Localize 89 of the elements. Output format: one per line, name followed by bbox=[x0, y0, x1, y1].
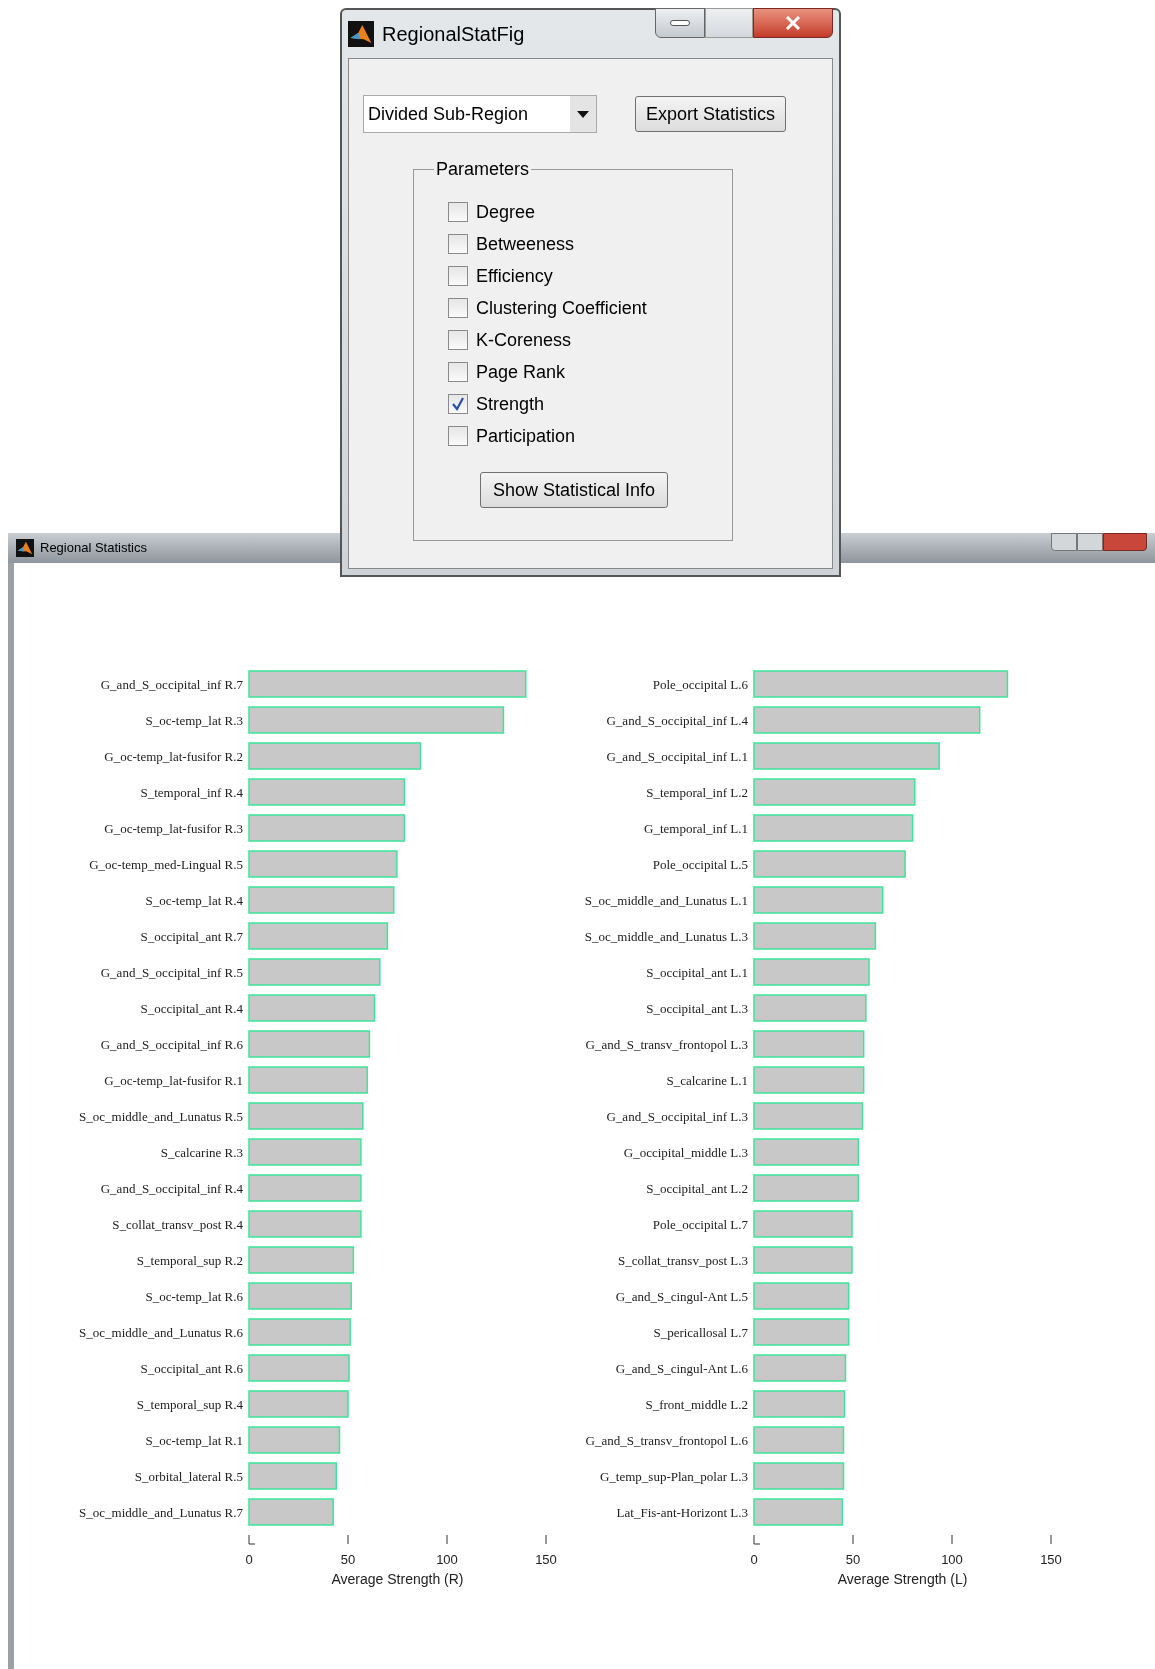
category-label: Pole_occipital L.7 bbox=[652, 1217, 748, 1232]
category-label: G_oc-temp_lat-fusifor R.1 bbox=[104, 1073, 243, 1088]
category-label: G_and_S_occipital_inf L.3 bbox=[606, 1109, 748, 1124]
tick-label: 150 bbox=[1040, 1552, 1062, 1567]
close-icon bbox=[785, 16, 801, 30]
tick-label: 0 bbox=[750, 1552, 758, 1567]
parameter-checkbox[interactable]: Participation bbox=[448, 424, 732, 448]
maximize-button[interactable] bbox=[1077, 533, 1103, 551]
category-label: S_occipital_ant R.4 bbox=[140, 1001, 243, 1016]
category-label: G_and_S_cingul-Ant L.6 bbox=[615, 1361, 748, 1376]
parameter-checkbox[interactable]: Strength bbox=[448, 392, 732, 416]
parameter-checkbox[interactable]: Degree bbox=[448, 200, 732, 224]
parameter-checkbox[interactable]: Efficiency bbox=[448, 264, 732, 288]
category-label: S_oc-temp_lat R.4 bbox=[145, 893, 243, 908]
app-icon bbox=[348, 21, 374, 47]
category-label: Pole_occipital L.6 bbox=[652, 677, 748, 692]
category-label: S_calcarine R.3 bbox=[160, 1145, 243, 1160]
category-label: S_collat_transv_post L.3 bbox=[618, 1253, 748, 1268]
category-label: G_occipital_middle L.3 bbox=[623, 1145, 748, 1160]
axis-title: Average Strength (L) bbox=[837, 1571, 968, 1587]
category-label: S_front_middle L.2 bbox=[645, 1397, 748, 1412]
category-label: G_and_S_occipital_inf R.7 bbox=[100, 677, 243, 692]
tick-label: 100 bbox=[436, 1552, 458, 1567]
parameter-checkbox[interactable]: Page Rank bbox=[448, 360, 732, 384]
checkbox[interactable] bbox=[448, 298, 468, 318]
checkbox[interactable] bbox=[448, 234, 468, 254]
category-label: S_occipital_ant L.2 bbox=[646, 1181, 748, 1196]
maximize-button[interactable] bbox=[705, 8, 753, 38]
category-label: G_and_S_occipital_inf R.4 bbox=[100, 1181, 243, 1196]
checkbox[interactable] bbox=[448, 362, 468, 382]
minimize-button[interactable] bbox=[655, 8, 705, 38]
tick-label: 150 bbox=[535, 1552, 557, 1567]
app-icon bbox=[16, 539, 34, 557]
category-label: G_and_S_occipital_inf L.4 bbox=[606, 713, 748, 728]
parameter-checkbox[interactable]: Clustering Coefficient bbox=[448, 296, 732, 320]
category-label: Pole_occipital L.5 bbox=[652, 857, 748, 872]
category-label: S_oc-temp_lat R.3 bbox=[145, 713, 243, 728]
window-title: RegionalStatFig bbox=[382, 22, 525, 47]
category-label: S_oc-temp_lat R.6 bbox=[145, 1289, 243, 1304]
tick-label: 50 bbox=[340, 1552, 356, 1567]
category-label: S_temporal_inf R.4 bbox=[140, 785, 243, 800]
checkmark-icon bbox=[451, 397, 465, 411]
category-label: G_oc-temp_lat-fusifor R.2 bbox=[104, 749, 243, 764]
tick-label: 0 bbox=[245, 1552, 253, 1567]
category-label: G_and_S_occipital_inf R.5 bbox=[100, 965, 243, 980]
category-label: G_temp_sup-Plan_polar L.3 bbox=[599, 1469, 748, 1484]
checkbox[interactable] bbox=[448, 426, 468, 446]
minimize-button[interactable] bbox=[1051, 533, 1077, 551]
category-label: S_occipital_ant R.7 bbox=[140, 929, 243, 944]
category-label: G_and_S_transv_frontopol L.3 bbox=[585, 1037, 748, 1052]
caret-icon bbox=[577, 110, 589, 118]
category-label: S_oc_middle_and_Lunatus L.3 bbox=[584, 929, 748, 944]
checkbox[interactable] bbox=[448, 394, 468, 414]
category-label: S_calcarine L.1 bbox=[666, 1073, 748, 1088]
category-label: G_and_S_transv_frontopol L.6 bbox=[585, 1433, 748, 1448]
checkbox[interactable] bbox=[448, 202, 468, 222]
tick-label: 100 bbox=[941, 1552, 963, 1567]
category-label: S_oc_middle_and_Lunatus L.1 bbox=[584, 893, 748, 908]
category-label: S_occipital_ant R.6 bbox=[140, 1361, 243, 1376]
tick-label: 50 bbox=[845, 1552, 861, 1567]
checkbox[interactable] bbox=[448, 330, 468, 350]
close-button[interactable] bbox=[753, 8, 833, 38]
category-label: S_temporal_sup R.2 bbox=[136, 1253, 243, 1268]
category-label: S_oc_middle_and_Lunatus R.5 bbox=[79, 1109, 243, 1124]
axis-title: Average Strength (R) bbox=[331, 1571, 464, 1587]
window-title: Regional Statistics bbox=[40, 539, 147, 558]
category-label: S_occipital_ant L.3 bbox=[646, 1001, 748, 1016]
show-info-button[interactable]: Show Statistical Info bbox=[479, 472, 669, 508]
category-label: S_occipital_ant L.1 bbox=[646, 965, 748, 980]
category-label: G_oc-temp_med-Lingual R.5 bbox=[89, 857, 243, 872]
dropdown[interactable]: Divided Sub-Region bbox=[363, 95, 597, 133]
category-label: G_oc-temp_lat-fusifor R.3 bbox=[104, 821, 243, 836]
category-label: S_oc_middle_and_Lunatus R.6 bbox=[79, 1325, 243, 1340]
category-label: S_temporal_sup R.4 bbox=[136, 1397, 243, 1412]
category-label: S_orbital_lateral R.5 bbox=[134, 1469, 243, 1484]
category-label: S_pericallosal L.7 bbox=[653, 1325, 748, 1340]
category-label: G_and_S_occipital_inf R.6 bbox=[100, 1037, 243, 1052]
category-label: S_oc_middle_and_Lunatus R.7 bbox=[79, 1505, 243, 1520]
category-label: S_temporal_inf L.2 bbox=[646, 785, 748, 800]
category-label: G_and_S_occipital_inf L.1 bbox=[606, 749, 748, 764]
export-button[interactable]: Export Statistics bbox=[635, 96, 787, 132]
category-label: S_oc-temp_lat R.1 bbox=[145, 1433, 243, 1448]
category-label: S_collat_transv_post R.4 bbox=[112, 1217, 243, 1232]
checkbox[interactable] bbox=[448, 266, 468, 286]
parameter-checkbox[interactable]: Betweeness bbox=[448, 232, 732, 256]
category-label: G_and_S_cingul-Ant L.5 bbox=[615, 1289, 748, 1304]
parameter-checkbox[interactable]: K-Coreness bbox=[448, 328, 732, 352]
category-label: Lat_Fis-ant-Horizont L.3 bbox=[616, 1505, 748, 1520]
category-label: G_temporal_inf L.1 bbox=[644, 821, 748, 836]
